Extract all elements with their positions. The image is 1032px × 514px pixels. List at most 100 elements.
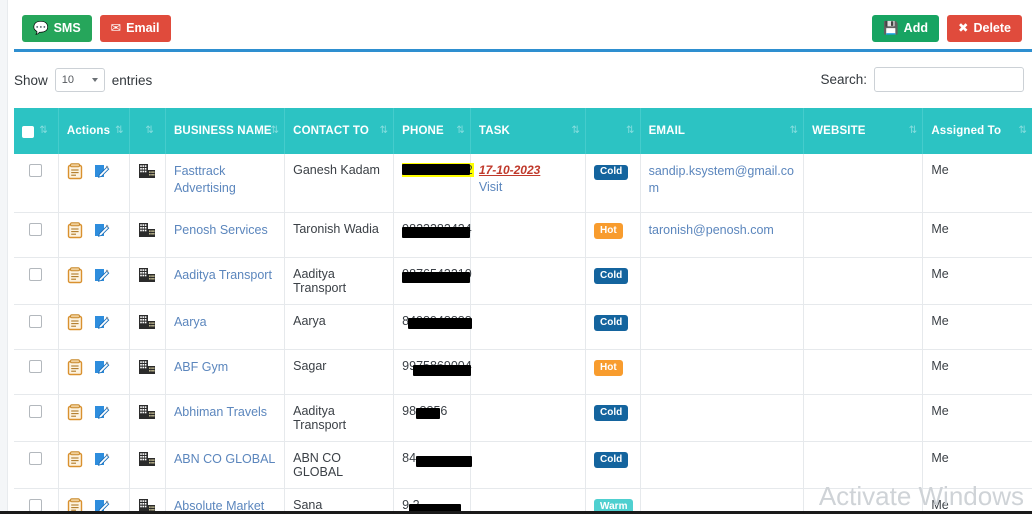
edit-pencil-icon[interactable] bbox=[93, 359, 110, 379]
building-icon[interactable] bbox=[138, 404, 156, 423]
delete-button-label: Delete bbox=[973, 21, 1011, 36]
table-header-row: ⇅ Actions ⇅ ⇅ BUSINESS NAME ⇅ CONTACT TO bbox=[14, 108, 1032, 154]
row-checkbox[interactable] bbox=[29, 451, 43, 465]
row-checkbox[interactable] bbox=[29, 498, 43, 512]
sort-icon[interactable]: ⇅ bbox=[1018, 126, 1027, 136]
building-icon[interactable] bbox=[138, 222, 156, 241]
task-date: 17-10-2023 bbox=[478, 163, 541, 177]
column-header-assigned-to[interactable]: Assigned To ⇅ bbox=[922, 108, 1032, 154]
column-header-phone[interactable]: PHONE ⇅ bbox=[393, 108, 471, 154]
sms-button[interactable]: 💬 SMS bbox=[22, 15, 92, 42]
row-actions-cell bbox=[58, 349, 130, 395]
column-header-actions[interactable]: Actions ⇅ bbox=[58, 108, 130, 154]
status-badge: Cold bbox=[594, 315, 629, 331]
task-type-link[interactable]: Visit bbox=[479, 180, 577, 194]
note-icon[interactable] bbox=[67, 450, 84, 471]
building-icon[interactable] bbox=[138, 267, 156, 286]
edit-pencil-icon[interactable] bbox=[93, 314, 110, 334]
redaction-bar bbox=[416, 455, 473, 467]
row-email-cell: taronish@penosh.com bbox=[640, 212, 805, 258]
edit-pencil-icon[interactable] bbox=[93, 163, 110, 183]
email-link[interactable]: taronish@penosh.com bbox=[649, 223, 774, 237]
section-divider bbox=[14, 49, 1032, 52]
sort-icon[interactable]: ⇅ bbox=[572, 126, 581, 136]
edit-pencil-icon[interactable] bbox=[93, 404, 110, 424]
column-label-phone: PHONE bbox=[402, 125, 444, 137]
business-name-link[interactable]: ABN CO GLOBAL bbox=[174, 452, 275, 466]
contact-to-value: Aarya bbox=[293, 313, 326, 328]
row-assigned-to-cell: Me bbox=[922, 349, 1032, 395]
note-icon[interactable] bbox=[67, 403, 84, 424]
column-header-contact-to[interactable]: CONTACT TO ⇅ bbox=[284, 108, 395, 154]
page-length-select[interactable]: 10 bbox=[54, 68, 105, 92]
select-all-checkbox[interactable] bbox=[22, 125, 34, 138]
sort-icon[interactable]: ⇅ bbox=[145, 126, 154, 136]
business-name-link[interactable]: Abhiman Travels bbox=[174, 405, 267, 419]
note-icon[interactable] bbox=[67, 163, 84, 183]
business-name-link[interactable]: ABF Gym bbox=[174, 360, 228, 374]
sort-icon[interactable]: ⇅ bbox=[626, 126, 635, 136]
row-status-cell: Cold bbox=[585, 441, 641, 489]
row-task-cell: 17-10-2023 Visit bbox=[470, 154, 587, 213]
table-row: Aaditya Transport Aaditya Transport 987654… bbox=[14, 257, 1032, 305]
row-assigned-to-cell: Me bbox=[922, 154, 1032, 213]
row-checkbox[interactable] bbox=[29, 164, 43, 177]
note-icon[interactable] bbox=[67, 221, 84, 242]
row-actions-cell bbox=[58, 304, 130, 350]
column-header-select-all[interactable]: ⇅ bbox=[14, 108, 59, 154]
sort-icon[interactable]: ⇅ bbox=[115, 126, 124, 136]
bulk-action-group: 💬 SMS ✉ Email bbox=[22, 15, 171, 42]
sort-icon[interactable]: ⇅ bbox=[456, 126, 465, 136]
column-header-lead-status[interactable]: ⇅ bbox=[585, 108, 641, 154]
column-header-business-name[interactable]: BUSINESS NAME ⇅ bbox=[165, 108, 286, 154]
sort-icon[interactable]: ⇅ bbox=[790, 126, 799, 136]
column-header-website[interactable]: WEBSITE ⇅ bbox=[803, 108, 924, 154]
building-icon[interactable] bbox=[138, 163, 156, 182]
table-row: Penosh Services Taronish Wadia 9823382424 H… bbox=[14, 212, 1032, 258]
email-link[interactable]: sandip.ksystem@gmail.com bbox=[649, 164, 794, 195]
sort-icon[interactable]: ⇅ bbox=[39, 126, 48, 136]
redaction-bar bbox=[402, 164, 471, 175]
edit-pencil-icon[interactable] bbox=[93, 222, 110, 242]
row-actions-cell bbox=[58, 257, 130, 305]
row-checkbox[interactable] bbox=[29, 222, 43, 236]
building-icon[interactable] bbox=[138, 359, 156, 378]
row-checkbox[interactable] bbox=[29, 359, 43, 373]
sort-icon[interactable]: ⇅ bbox=[271, 126, 280, 136]
note-icon[interactable] bbox=[67, 313, 84, 334]
row-assigned-to-cell: Me bbox=[922, 394, 1032, 442]
business-name-link[interactable]: Aaditya Transport bbox=[174, 268, 272, 282]
search-input[interactable] bbox=[874, 67, 1024, 92]
edit-pencil-icon[interactable] bbox=[93, 267, 110, 287]
add-button[interactable]: 💾 Add bbox=[872, 15, 939, 42]
row-checkbox[interactable] bbox=[29, 404, 43, 418]
business-name-link[interactable]: Aarya bbox=[174, 315, 207, 329]
save-floppy-icon: 💾 bbox=[883, 21, 899, 36]
building-icon[interactable] bbox=[138, 451, 156, 470]
column-label-email: EMAIL bbox=[648, 125, 686, 137]
row-select-cell bbox=[14, 304, 59, 350]
column-header-email[interactable]: EMAIL ⇅ bbox=[640, 108, 805, 154]
row-status-cell: Hot bbox=[585, 212, 641, 258]
contact-to-value: ABN CO GLOBAL bbox=[293, 450, 344, 479]
row-building-cell bbox=[129, 304, 166, 350]
column-header-building[interactable]: ⇅ bbox=[129, 108, 166, 154]
column-header-task[interactable]: TASK ⇅ bbox=[470, 108, 587, 154]
sort-icon[interactable]: ⇅ bbox=[909, 126, 918, 136]
row-checkbox[interactable] bbox=[29, 314, 43, 328]
row-website-cell bbox=[803, 349, 924, 395]
delete-button[interactable]: ✖ Delete bbox=[946, 15, 1022, 42]
row-email-cell bbox=[640, 304, 805, 350]
building-icon[interactable] bbox=[138, 314, 156, 333]
edit-pencil-icon[interactable] bbox=[93, 451, 110, 471]
row-checkbox[interactable] bbox=[29, 267, 43, 281]
row-business-name-cell: ABF Gym bbox=[165, 349, 286, 395]
row-task-cell bbox=[470, 257, 587, 305]
business-name-link[interactable]: Penosh Services bbox=[174, 223, 268, 237]
sort-icon[interactable]: ⇅ bbox=[380, 126, 389, 136]
table-header: ⇅ Actions ⇅ ⇅ BUSINESS NAME ⇅ CONTACT TO bbox=[14, 108, 1032, 154]
note-icon[interactable] bbox=[67, 266, 84, 287]
note-icon[interactable] bbox=[67, 358, 84, 379]
business-name-link[interactable]: Fasttrack Advertising bbox=[174, 164, 236, 195]
email-button[interactable]: ✉ Email bbox=[99, 15, 171, 42]
